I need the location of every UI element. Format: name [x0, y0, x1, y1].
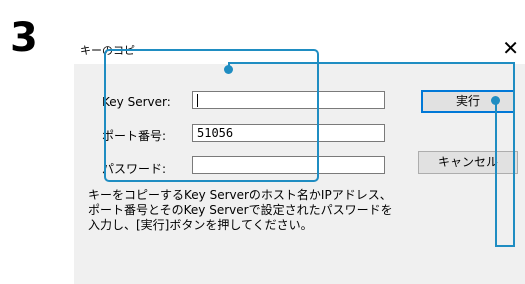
execute-button[interactable]: 実行: [421, 90, 515, 113]
input-fields-callout: [104, 49, 319, 182]
close-icon[interactable]: ✕: [502, 36, 519, 60]
callout-line-execute: [495, 100, 497, 247]
callout-line-top: [228, 62, 515, 64]
callout-dot-execute: [491, 96, 500, 105]
cancel-button[interactable]: キャンセル: [418, 151, 518, 174]
instruction-text: キーをコピーするKey Serverのホスト名かIPアドレス、 ポート番号とその…: [88, 188, 393, 232]
step-number: 3: [10, 15, 38, 61]
callout-line-right: [513, 62, 515, 247]
callout-line-bottom: [495, 245, 515, 247]
